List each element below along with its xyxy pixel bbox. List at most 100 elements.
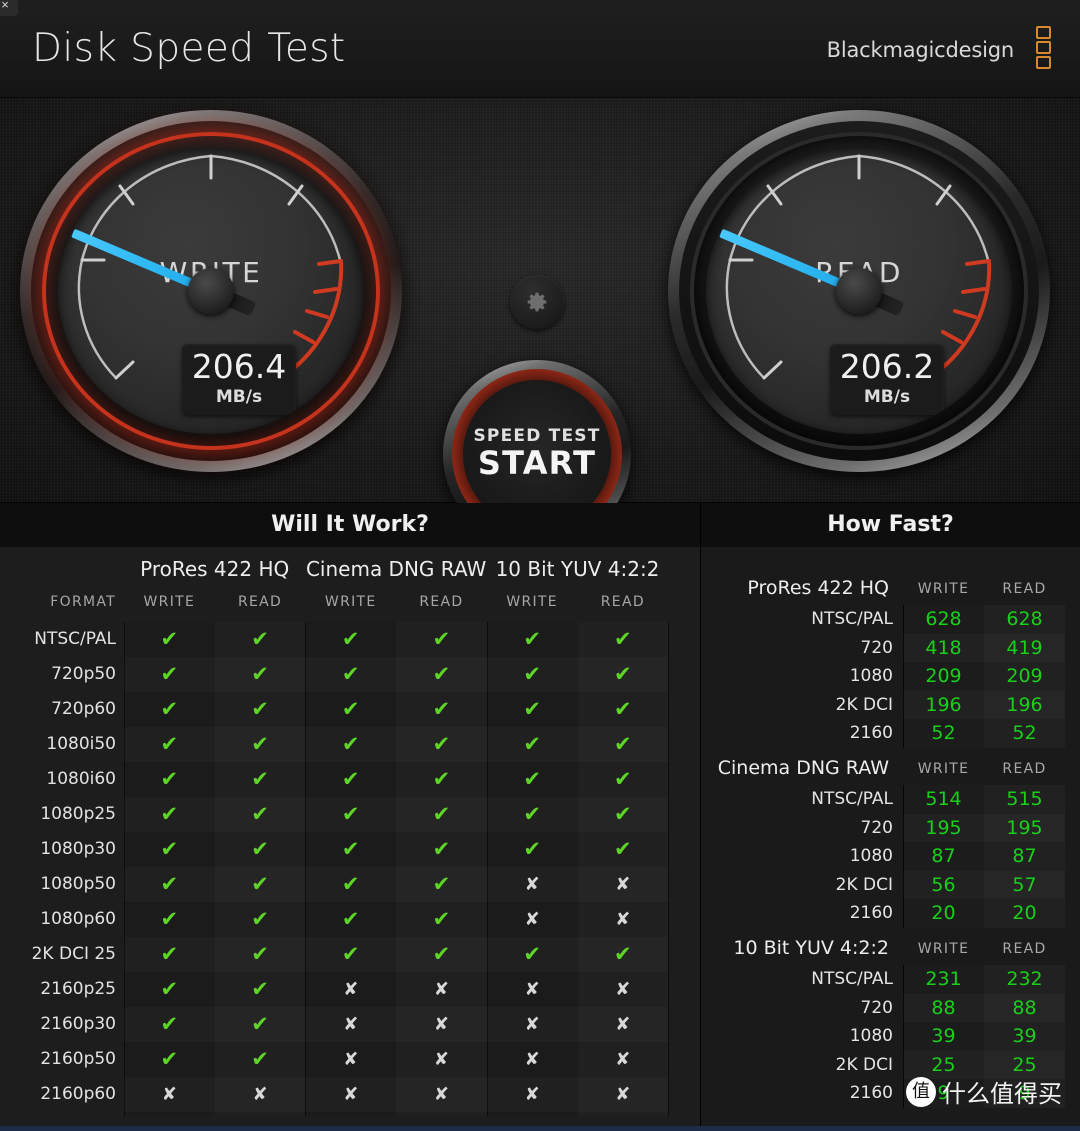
support-cell: ✔: [160, 907, 179, 931]
speed-read-value: 419: [1006, 636, 1043, 659]
support-cell: ✘: [433, 979, 449, 1000]
support-cell: ✘: [524, 1014, 540, 1035]
support-cell: ✔: [432, 732, 451, 756]
speed-row-label: 2K DCI: [835, 1054, 893, 1075]
read-value: 206.2: [839, 347, 935, 386]
speed-write-value: 231: [925, 968, 962, 990]
write-gauge-hub: [188, 268, 234, 314]
support-cell: ✔: [614, 802, 632, 826]
format-label: 2160p50: [40, 1049, 116, 1069]
support-cell: ✘: [524, 874, 540, 895]
support-cell: ✔: [523, 767, 541, 791]
support-cell: ✔: [251, 1047, 269, 1071]
speed-read-value: 628: [1006, 608, 1043, 630]
start-button-line1: SPEED TEST: [473, 426, 601, 447]
support-cell: ✔: [160, 802, 179, 826]
support-cell: ✔: [523, 662, 541, 686]
support-cell: ✔: [341, 872, 360, 896]
col-header-1-read: READ: [419, 594, 464, 610]
support-cell: ✔: [432, 907, 451, 931]
how-fast-header: How Fast?: [701, 503, 1080, 547]
bottom-strip: [0, 1126, 1080, 1131]
speed-read-value: 232: [1006, 968, 1043, 990]
read-gauge-face: READ 206.2 MB/s: [706, 148, 1012, 434]
disk-speed-test-window: × Disk Speed Test Blackmagicdesign 206.4…: [0, 0, 1080, 1131]
support-cell: ✔: [160, 942, 179, 966]
support-cell: ✔: [160, 1047, 179, 1071]
speed-col-header-write: WRITE: [917, 761, 970, 777]
speed-row-label: 1080: [849, 666, 893, 687]
support-cell: ✔: [160, 872, 179, 896]
speed-write-value: 88: [931, 996, 956, 1019]
support-cell: ✘: [524, 909, 540, 930]
format-label: 1080p50: [40, 874, 116, 894]
support-cell: ✘: [615, 1084, 631, 1105]
support-cell: ✔: [160, 662, 179, 686]
support-cell: ✔: [432, 767, 451, 791]
col-header-1-write: WRITE: [324, 594, 377, 610]
speed-write-value: 87: [931, 845, 956, 868]
watermark-logo-icon: 值: [906, 1076, 936, 1107]
close-window-button[interactable]: ×: [0, 0, 18, 16]
speed-read-value: 52: [1012, 722, 1037, 745]
speed-write-value: 195: [925, 816, 962, 839]
write-gauge: WRITE 206.4 MB/s: [20, 110, 402, 472]
speed-write-value: 56: [931, 873, 956, 896]
support-cell: ✘: [524, 1049, 540, 1070]
gear-icon: [527, 292, 547, 312]
support-cell: ✘: [343, 979, 359, 1000]
support-cell: ✔: [251, 732, 269, 756]
speed-row-label: 2160: [849, 723, 893, 744]
watermark: 值 什么值得买: [906, 1074, 1062, 1109]
write-value-box: 206.4 MB/s: [182, 344, 296, 415]
group-header-0: ProRes 422 HQ: [140, 557, 290, 581]
support-cell: ✔: [251, 1012, 269, 1036]
speed-read-value: 87: [1012, 845, 1037, 868]
will-it-work-table: FORMAT ProRes 422 HQ WRITE READ Cinema DNG R…: [0, 547, 700, 1131]
support-cell: ✔: [251, 872, 269, 896]
settings-button[interactable]: [510, 275, 564, 329]
speed-row-label: 1080: [849, 846, 893, 867]
speed-write-value: 514: [925, 788, 962, 810]
format-label: 720p50: [51, 664, 116, 684]
speed-group-title: Cinema DNG RAW: [717, 757, 889, 779]
speed-write-value: 209: [925, 665, 962, 688]
support-cell: ✔: [432, 872, 451, 896]
support-cell: ✘: [615, 874, 631, 895]
support-cell: ✔: [251, 662, 269, 686]
support-cell: ✘: [615, 1049, 631, 1070]
speed-row-label: 720: [860, 817, 893, 838]
support-cell: ✔: [160, 767, 179, 791]
format-label: 2160p60: [40, 1084, 116, 1104]
blackmagic-logo-icon: [1030, 26, 1056, 76]
support-cell: ✔: [251, 907, 269, 931]
speed-row-label: NTSC/PAL: [811, 789, 893, 809]
support-cell: ✔: [341, 767, 360, 791]
speed-row-label: 720: [860, 997, 893, 1018]
gauge-panel: WRITE 206.4 MB/s SPEED TEST START: [0, 98, 1080, 548]
support-cell: ✔: [160, 732, 179, 756]
format-label: 2K DCI 25: [31, 944, 116, 964]
support-cell: ✘: [433, 1084, 449, 1105]
support-cell: ✘: [615, 909, 631, 930]
speed-row-label: 2K DCI: [835, 874, 893, 895]
write-value: 206.4: [191, 347, 287, 386]
speed-row-label: NTSC/PAL: [811, 969, 893, 989]
support-cell: ✔: [614, 697, 632, 721]
speed-write-value: 628: [925, 608, 962, 630]
support-cell: ✔: [341, 627, 360, 651]
write-gauge-face: WRITE 206.4 MB/s: [58, 148, 364, 434]
support-cell: ✔: [251, 627, 269, 651]
support-cell: ✔: [432, 942, 451, 966]
speed-row-label: 2160: [849, 903, 893, 924]
speed-read-value: 39: [1012, 1025, 1037, 1048]
speed-group-title: 10 Bit YUV 4:2:2: [733, 937, 889, 959]
format-column-header: FORMAT: [50, 594, 116, 610]
speed-write-value: 418: [925, 636, 962, 659]
format-label: 1080i60: [46, 769, 116, 789]
page-title: Disk Speed Test: [32, 26, 346, 71]
support-cell: ✔: [341, 697, 360, 721]
support-cell: ✔: [614, 732, 632, 756]
speed-col-header-read: READ: [1002, 761, 1047, 777]
support-cell: ✔: [341, 662, 360, 686]
